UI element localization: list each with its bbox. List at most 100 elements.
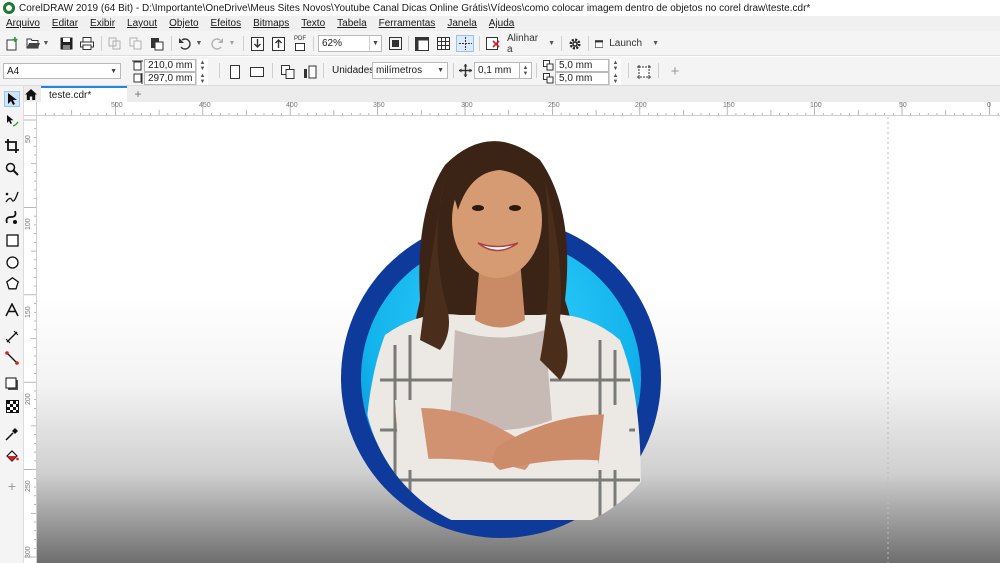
menu-bitmaps[interactable]: Bitmaps: [253, 18, 289, 29]
text-tool-icon[interactable]: [4, 302, 20, 318]
parallel-dimension-tool-icon[interactable]: [4, 329, 20, 345]
save-icon[interactable]: [58, 35, 74, 52]
nudge-distance-icon: [459, 64, 472, 77]
copy-icon[interactable]: [127, 35, 143, 52]
units-select[interactable]: milímetros ▼: [372, 62, 448, 79]
drop-shadow-tool-icon[interactable]: [4, 376, 20, 392]
import-icon[interactable]: [249, 35, 265, 52]
redo-icon[interactable]: [209, 35, 225, 52]
duplicate-x-icon: [543, 60, 554, 71]
menu-tabela[interactable]: Tabela: [337, 18, 366, 29]
duplicate-y-input[interactable]: 5,0 mm: [555, 72, 609, 85]
snap-to-icon[interactable]: [485, 35, 501, 52]
redo-dropdown-icon[interactable]: ▼: [228, 35, 236, 52]
nudge-distance-spinner[interactable]: ▲ ▼: [520, 62, 532, 79]
freehand-tool-icon[interactable]: [4, 189, 20, 205]
page-height-input[interactable]: 297,0 mm: [144, 72, 196, 85]
landscape-orientation-icon[interactable]: [249, 63, 265, 80]
title-bar: CorelDRAW 2019 (64 Bit) - D:\Importante\…: [0, 0, 1000, 16]
ruler-h-label: 200: [635, 102, 647, 109]
add-tool-plus-icon[interactable]: +: [4, 478, 20, 494]
options-gear-icon[interactable]: [567, 35, 583, 52]
open-folder-icon[interactable]: [25, 35, 41, 52]
menu-janela[interactable]: Janela: [447, 18, 476, 29]
window-title: CorelDRAW 2019 (64 Bit) - D:\Importante\…: [19, 2, 811, 14]
menu-arquivo[interactable]: Arquivo: [6, 18, 40, 29]
export-icon[interactable]: [270, 35, 286, 52]
document-tab[interactable]: teste.cdr*: [41, 86, 127, 102]
property-bar: A4 ▼ 210,0 mm ▲ ▼ 297,0 mm ▲ ▼ Unidades: m…: [0, 57, 1000, 86]
show-rulers-icon[interactable]: [414, 35, 430, 52]
add-toolbar-plus-icon[interactable]: +: [667, 63, 683, 80]
show-grid-icon[interactable]: [435, 35, 451, 52]
duplicate-y-spinner[interactable]: ▲ ▼: [609, 72, 621, 85]
duplicate-x-input[interactable]: 5,0 mm: [555, 59, 609, 72]
ruler-origin[interactable]: [24, 102, 37, 116]
page-height-spinner[interactable]: ▲ ▼: [196, 72, 208, 85]
rectangle-tool-icon[interactable]: [4, 232, 20, 248]
transparency-tool-icon[interactable]: [4, 398, 20, 414]
align-to-button[interactable]: Alinhar a ▼: [507, 33, 555, 55]
ruler-v-label: 150: [25, 306, 32, 318]
connector-tool-icon[interactable]: [4, 350, 20, 366]
ruler-h-label: 50: [899, 102, 907, 109]
nudge-distance-input[interactable]: 0,1 mm: [474, 62, 520, 79]
vertical-ruler[interactable]: 50 100 150 200 250 300: [24, 116, 37, 563]
interactive-fill-tool-icon[interactable]: [4, 448, 20, 464]
full-screen-icon[interactable]: [387, 35, 403, 52]
zoom-tool-icon[interactable]: [4, 161, 20, 177]
nudge-distance-value: 0,1 mm: [478, 65, 512, 76]
menu-efeitos[interactable]: Efeitos: [211, 18, 242, 29]
ruler-h-label: 250: [548, 102, 560, 109]
shape-tool-icon[interactable]: [4, 113, 20, 129]
coreldraw-logo-icon: [3, 2, 15, 14]
menu-objeto[interactable]: Objeto: [169, 18, 198, 29]
ellipse-tool-icon[interactable]: [4, 254, 20, 270]
show-guidelines-icon[interactable]: [456, 35, 474, 52]
welcome-home-icon[interactable]: [24, 86, 38, 102]
page-width-value: 210,0 mm: [148, 60, 193, 71]
page-width-spinner[interactable]: ▲ ▼: [196, 59, 208, 72]
menu-ferramentas[interactable]: Ferramentas: [379, 18, 436, 29]
zoom-dropdown-icon[interactable]: ▼: [369, 36, 381, 51]
horizontal-ruler[interactable]: 500 450 400 350 300 250 200 150 100 50 0: [24, 102, 1000, 116]
duplicate-x-value: 5,0 mm: [559, 60, 593, 71]
cut-icon[interactable]: [106, 35, 122, 52]
drawing-canvas[interactable]: [37, 117, 1000, 563]
all-pages-icon[interactable]: [280, 63, 296, 80]
page-height-icon: [133, 73, 143, 84]
zoom-level-select[interactable]: 62% ▼: [318, 35, 382, 52]
ruler-h-label: 0: [987, 102, 991, 109]
new-document-icon[interactable]: [4, 35, 20, 52]
open-dropdown-icon[interactable]: ▼: [42, 35, 50, 52]
menu-editar[interactable]: Editar: [52, 18, 78, 29]
menu-ajuda[interactable]: Ajuda: [489, 18, 515, 29]
polygon-tool-icon[interactable]: [4, 275, 20, 291]
page-size-select[interactable]: A4 ▼: [3, 63, 121, 79]
artistic-media-tool-icon[interactable]: [4, 210, 20, 226]
ruler-h-label: 150: [723, 102, 735, 109]
ruler-v-label: 100: [25, 218, 32, 230]
publish-pdf-icon[interactable]: PDF: [291, 35, 309, 52]
page-width-input[interactable]: 210,0 mm: [144, 59, 196, 72]
menu-texto[interactable]: Texto: [301, 18, 325, 29]
page-width-icon: [132, 60, 143, 71]
pick-tool-icon[interactable]: [4, 91, 20, 107]
launch-button[interactable]: Launch ▼: [595, 35, 659, 52]
menu-layout[interactable]: Layout: [127, 18, 157, 29]
current-page-icon[interactable]: [302, 63, 318, 80]
undo-dropdown-icon[interactable]: ▼: [195, 35, 203, 52]
woman-portrait-image[interactable]: [364, 141, 641, 520]
circle-frame-artwork[interactable]: [37, 117, 1000, 563]
menu-exibir[interactable]: Exibir: [90, 18, 115, 29]
new-tab-plus-icon[interactable]: +: [132, 87, 144, 101]
bleed-frame-icon[interactable]: [636, 63, 652, 80]
undo-icon[interactable]: [177, 35, 193, 52]
crop-tool-icon[interactable]: [4, 138, 20, 154]
portrait-orientation-icon[interactable]: [227, 63, 243, 80]
duplicate-x-spinner[interactable]: ▲ ▼: [609, 59, 621, 72]
paste-icon[interactable]: [149, 35, 165, 52]
ruler-h-label: 100: [810, 102, 822, 109]
color-eyedropper-tool-icon[interactable]: [4, 426, 20, 442]
print-icon[interactable]: [79, 35, 95, 52]
